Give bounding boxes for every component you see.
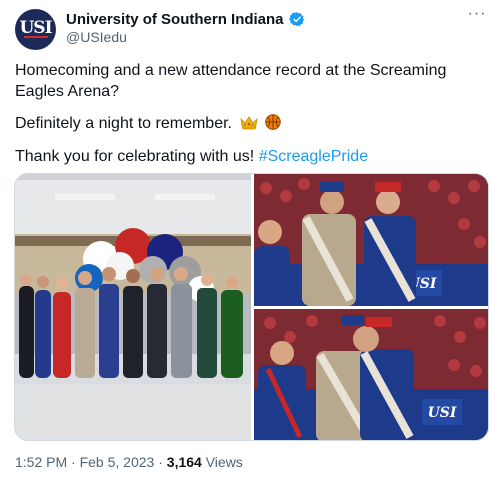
meta-separator: · bbox=[71, 454, 76, 470]
tweet-text-line-3: Thank you for celebrating with us! #Scre… bbox=[15, 146, 368, 167]
tweet-date[interactable]: Feb 5, 2023 bbox=[80, 454, 155, 470]
tweet-time[interactable]: 1:52 PM bbox=[15, 454, 67, 470]
display-name[interactable]: University of Southern Indiana bbox=[66, 11, 284, 28]
homecoming-kings-crowned-photo[interactable]: USI bbox=[254, 174, 488, 306]
avatar[interactable]: USI bbox=[15, 9, 56, 50]
tweet-text-line-1: Homecoming and a new attendance record a… bbox=[15, 62, 447, 100]
views-label: Views bbox=[205, 454, 243, 470]
homecoming-court-group-photo[interactable] bbox=[15, 174, 251, 440]
views-count: 3,164 bbox=[166, 454, 202, 470]
author-handle[interactable]: @USIedu bbox=[66, 29, 127, 45]
tweet-text-line-3-text: Thank you for celebrating with us! bbox=[15, 148, 255, 165]
meta-separator-2: · bbox=[158, 454, 163, 470]
more-options-button[interactable]: ··· bbox=[464, 6, 490, 27]
homecoming-kings-hug-photo[interactable]: USI bbox=[254, 309, 488, 440]
author-name-row: University of Southern Indiana bbox=[66, 9, 305, 29]
tweet-text-line-2-text: Definitely a night to remember. bbox=[15, 115, 232, 132]
basketball-icon bbox=[265, 114, 281, 130]
group-photo-illustration bbox=[15, 174, 251, 440]
avatar-logo-bar bbox=[24, 36, 48, 38]
tweet-meta: 1:52 PM · Feb 5, 2023 · 3,164 Views bbox=[15, 454, 243, 470]
tweet-text-line-2: Definitely a night to remember. bbox=[15, 113, 281, 134]
kings-crowned-illustration: USI bbox=[254, 174, 488, 306]
avatar-logo-text: USI bbox=[19, 18, 52, 38]
crown-icon bbox=[240, 116, 259, 130]
kings-hug-illustration: USI bbox=[254, 309, 488, 440]
media-grid: USI USI bbox=[14, 173, 489, 441]
hashtag-link[interactable]: #ScreaglePride bbox=[259, 148, 368, 165]
usi-sign-text-2: USI bbox=[428, 405, 457, 421]
tweet-card: USI University of Southern Indiana @USIe… bbox=[0, 0, 500, 482]
verified-badge-icon bbox=[288, 12, 304, 27]
